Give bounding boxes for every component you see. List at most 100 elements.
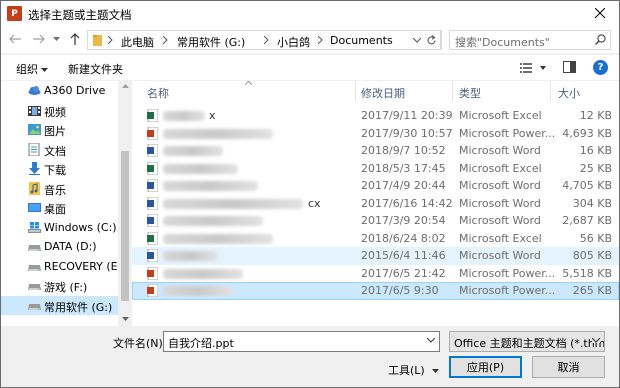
apply-button[interactable]: 应用(P) bbox=[449, 356, 522, 378]
sidebar-item-windows-c[interactable]: Windows (C:) bbox=[1, 218, 118, 237]
redacted-filename bbox=[163, 268, 243, 279]
column-header-name[interactable]: 名称 bbox=[147, 85, 169, 101]
table-row[interactable]: 2017/6/5 21:42 Microsoft Power... 5,518 … bbox=[132, 265, 619, 283]
powerpoint-file-icon bbox=[147, 284, 158, 297]
tools-menu[interactable]: 工具(L) bbox=[388, 362, 440, 378]
search-box[interactable]: 搜索"Documents" bbox=[449, 30, 611, 50]
breadcrumb-item[interactable]: 常用软件 (G:) bbox=[177, 34, 245, 50]
help-button[interactable]: ? bbox=[593, 60, 608, 75]
recent-locations-button[interactable] bbox=[51, 31, 61, 47]
sort-ascending-icon bbox=[245, 81, 252, 85]
navigation-scrollbar[interactable] bbox=[118, 81, 132, 326]
file-type: Microsoft Word bbox=[459, 196, 541, 210]
breadcrumb-item[interactable]: 此电脑 bbox=[121, 34, 154, 50]
scrollbar-thumb[interactable] bbox=[121, 151, 129, 301]
sidebar-item-a360-drive[interactable]: A360 Drive bbox=[1, 81, 118, 100]
preview-pane-button[interactable] bbox=[563, 61, 576, 76]
breadcrumb-item[interactable]: 小白鸽 bbox=[277, 34, 310, 50]
file-type: Microsoft Word bbox=[459, 179, 541, 192]
file-size: 265 KB bbox=[572, 284, 612, 297]
filename-label: 文件名(N): bbox=[113, 337, 167, 350]
sidebar-item-label: A360 Drive bbox=[44, 84, 106, 97]
column-divider[interactable] bbox=[452, 81, 453, 102]
word-file-icon bbox=[147, 179, 158, 192]
arrow-right-icon bbox=[33, 34, 45, 44]
redacted-filename bbox=[163, 286, 233, 296]
filename-input[interactable]: 自我介绍.ppt bbox=[163, 331, 440, 352]
table-row[interactable]: 2017/3/9 20:54 Microsoft Word 2,687 KB bbox=[132, 212, 619, 230]
table-row[interactable]: 2015/6/4 11:46 Microsoft Word 805 KB bbox=[132, 247, 619, 265]
file-size: 12 KB bbox=[579, 109, 612, 122]
sidebar-item-label: RECOVERY (E:) bbox=[44, 259, 126, 273]
navigation-bar: 此电脑 常用软件 (G:) 小白鸽 Documents 搜索"Documents… bbox=[1, 26, 619, 53]
sidebar-item-videos[interactable]: 视频 bbox=[1, 101, 118, 120]
word-file-icon bbox=[147, 214, 158, 227]
sidebar-item-recovery-e[interactable]: RECOVERY (E:) bbox=[1, 257, 126, 276]
table-row[interactable]: 2017/9/30 10:57 Microsoft Power... 4,693… bbox=[132, 125, 619, 143]
table-row[interactable]: 2018/6/24 8:02 Microsoft Excel 56 KB bbox=[132, 230, 619, 248]
column-header-type[interactable]: 类型 bbox=[459, 85, 481, 101]
column-header-date[interactable]: 修改日期 bbox=[361, 85, 405, 101]
file-date: 2017/4/9 20:44 bbox=[361, 179, 446, 192]
view-options-button[interactable] bbox=[520, 62, 546, 77]
scroll-up-icon bbox=[122, 84, 129, 88]
sidebar-item-music[interactable]: 音乐 bbox=[1, 179, 118, 198]
forward-button[interactable] bbox=[31, 31, 47, 47]
column-divider[interactable] bbox=[550, 81, 551, 102]
table-row[interactable]: 2017/4/9 20:44 Microsoft Word 4,705 KB bbox=[132, 177, 619, 195]
new-folder-button[interactable]: 新建文件夹 bbox=[68, 61, 123, 77]
close-button[interactable] bbox=[589, 3, 611, 23]
organize-menu[interactable]: 组织 bbox=[16, 61, 48, 77]
sidebar-item-downloads[interactable]: 下载 bbox=[1, 159, 118, 178]
file-date: 2018/5/3 17:45 bbox=[361, 161, 446, 175]
search-placeholder: 搜索"Documents" bbox=[455, 36, 550, 49]
table-row[interactable]: 2018/5/3 17:45 Microsoft Excel 25 KB bbox=[132, 160, 619, 178]
sidebar-item-desktop[interactable]: 桌面 bbox=[1, 198, 118, 217]
search-icon bbox=[595, 34, 606, 45]
file-type: Microsoft Power... bbox=[459, 284, 556, 297]
file-type: Microsoft Power... bbox=[459, 266, 556, 280]
file-size: 16 KB bbox=[579, 144, 612, 157]
table-row[interactable]: 2018/9/7 10:52 Microsoft Word 16 KB bbox=[132, 142, 619, 160]
chevron-down-icon[interactable] bbox=[427, 338, 435, 343]
file-date: 2018/6/24 8:02 bbox=[361, 231, 446, 245]
sidebar-item-documents[interactable]: 文档 bbox=[1, 140, 118, 159]
file-size: 805 KB bbox=[572, 249, 612, 262]
file-size: 4,693 KB bbox=[562, 126, 612, 140]
chevron-right-icon bbox=[108, 36, 113, 44]
up-button[interactable] bbox=[67, 31, 83, 47]
sidebar-item-label: 音乐 bbox=[44, 183, 66, 197]
sidebar-item-games-f[interactable]: 游戏 (F:) bbox=[1, 276, 118, 295]
table-row-selected[interactable]: 2017/6/5 9:30 Microsoft Power... 265 KB bbox=[132, 282, 619, 300]
redacted-filename bbox=[163, 181, 258, 191]
drive-icon bbox=[28, 304, 41, 310]
file-type-value: Office 主题和主题文档 (*.thmx bbox=[454, 337, 605, 350]
file-list: 名称 修改日期 类型 大小 x 2017/9/11 20:39 Microsof… bbox=[132, 81, 619, 326]
sidebar-item-label: 下载 bbox=[44, 164, 66, 177]
refresh-button[interactable] bbox=[423, 30, 441, 50]
drive-icon bbox=[28, 245, 41, 251]
file-type-select[interactable]: Office 主题和主题文档 (*.thmx bbox=[449, 331, 605, 352]
back-button[interactable] bbox=[7, 31, 23, 47]
file-type: Microsoft Excel bbox=[459, 161, 542, 175]
file-dialog-window: P 选择主题或主题文档 此电脑 常用软件 (G:) 小白鸽 Documents bbox=[0, 0, 620, 388]
table-row[interactable]: x 2017/9/11 20:39 Microsoft Excel 12 KB bbox=[132, 107, 619, 125]
file-date: 2017/6/5 21:42 bbox=[361, 266, 446, 280]
redacted-filename bbox=[163, 216, 263, 226]
sidebar-item-label: 视频 bbox=[44, 105, 66, 119]
column-header-size[interactable]: 大小 bbox=[558, 85, 580, 101]
cancel-button[interactable]: 取消 bbox=[532, 356, 605, 378]
sidebar-item-label: 文档 bbox=[44, 144, 66, 158]
title-bar: P 选择主题或主题文档 bbox=[1, 1, 619, 26]
column-divider[interactable] bbox=[355, 81, 356, 102]
scroll-down-icon bbox=[122, 317, 129, 321]
sidebar-item-data-d[interactable]: DATA (D:) bbox=[1, 237, 118, 256]
sidebar-item-software-g[interactable]: 常用软件 (G:) bbox=[1, 296, 118, 315]
help-icon: ? bbox=[597, 62, 604, 73]
preview-pane-icon bbox=[563, 61, 576, 73]
pictures-folder-icon bbox=[28, 124, 41, 135]
table-row[interactable]: cx 2017/6/16 14:42 Microsoft Word 304 KB bbox=[132, 195, 619, 213]
sidebar-item-pictures[interactable]: 图片 bbox=[1, 120, 118, 139]
breadcrumb-item[interactable]: Documents bbox=[330, 34, 393, 47]
address-bar[interactable]: 此电脑 常用软件 (G:) 小白鸽 Documents bbox=[87, 30, 442, 50]
